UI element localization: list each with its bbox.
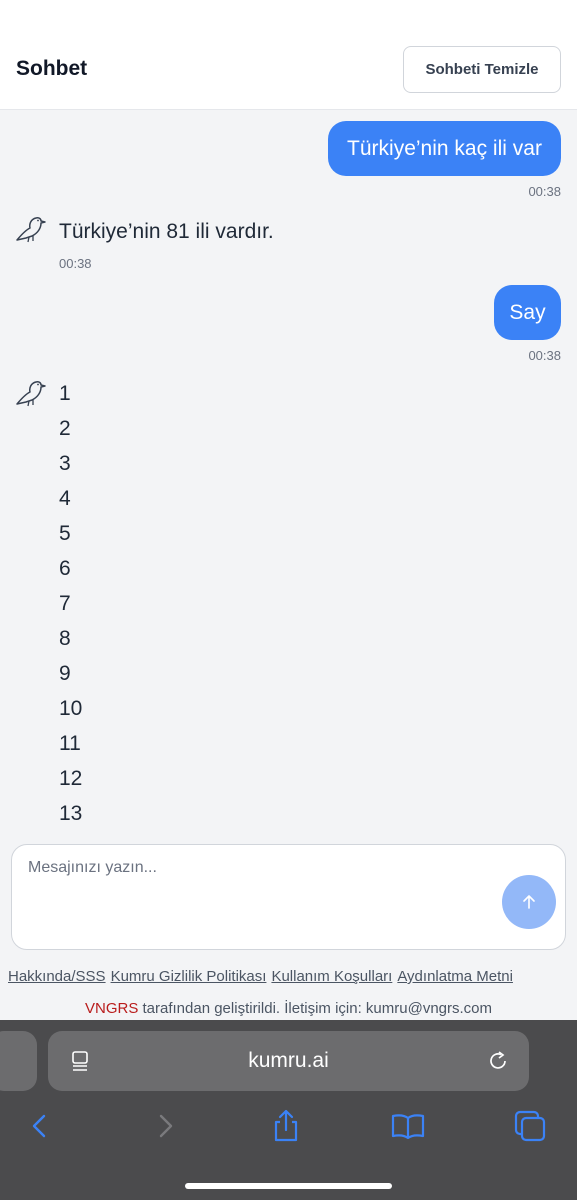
brand-name[interactable]: VNGRS xyxy=(85,1000,138,1017)
bird-avatar-icon xyxy=(16,381,46,407)
message-input-placeholder: Mesajınızı yazın... xyxy=(28,859,157,876)
bot-message-text: Türkiye’nin 81 ili vardır. xyxy=(59,220,274,243)
list-item: 12 xyxy=(59,767,83,790)
previous-tab[interactable] xyxy=(0,1031,37,1091)
footer-link-terms[interactable]: Kullanım Koşulları xyxy=(271,968,392,985)
footer-credit: VNGRS tarafından geliştirildi. İletişim … xyxy=(0,1000,577,1017)
footer-links: Hakkında/SSS Kumru Gizlilik Politikası Kul… xyxy=(8,968,518,985)
list-item: 10 xyxy=(59,697,83,720)
credit-text: tarafından geliştirildi. İletişim için: … xyxy=(138,1000,492,1017)
share-icon[interactable] xyxy=(268,1108,304,1144)
bot-message-list: 1 2 3 4 5 6 7 8 9 10 11 12 13 xyxy=(59,380,82,835)
footer-link-privacy[interactable]: Kumru Gizlilik Politikası xyxy=(111,968,267,985)
list-item: 11 xyxy=(59,732,81,755)
list-item: 8 xyxy=(59,627,71,650)
user-message-bubble: Say xyxy=(494,285,561,340)
tabs-icon[interactable] xyxy=(512,1108,548,1144)
list-item: 2 xyxy=(59,417,71,440)
address-bar[interactable]: kumru.ai xyxy=(48,1031,529,1091)
list-item: 6 xyxy=(59,557,71,580)
bookmarks-icon[interactable] xyxy=(390,1108,426,1144)
forward-icon[interactable] xyxy=(147,1108,183,1144)
footer-link-about[interactable]: Hakkında/SSS xyxy=(8,968,106,985)
message-timestamp: 00:38 xyxy=(528,184,561,199)
message-timestamp: 00:38 xyxy=(59,256,92,271)
clear-chat-button[interactable]: Sohbeti Temizle xyxy=(403,46,561,93)
list-item: 13 xyxy=(59,802,83,825)
message-input[interactable]: Mesajınızı yazın... xyxy=(11,844,566,950)
home-indicator xyxy=(185,1183,392,1189)
back-icon[interactable] xyxy=(22,1108,58,1144)
url-text: kumru.ai xyxy=(248,1049,329,1072)
list-item: 3 xyxy=(59,452,71,475)
send-button[interactable] xyxy=(502,875,556,929)
chat-header: Sohbet Sohbeti Temizle xyxy=(0,0,577,110)
user-message-bubble: Türkiye’nin kaç ili var xyxy=(328,121,561,176)
list-item: 7 xyxy=(59,592,71,615)
list-item: 4 xyxy=(59,487,71,510)
bird-avatar-icon xyxy=(16,217,46,243)
list-item: 1 xyxy=(59,382,71,405)
message-timestamp: 00:38 xyxy=(528,348,561,363)
page-title: Sohbet xyxy=(16,57,88,80)
footer-link-disclosure[interactable]: Aydınlatma Metni xyxy=(397,968,513,985)
list-item: 5 xyxy=(59,522,71,545)
browser-toolbar: kumru.ai xyxy=(0,1020,577,1200)
list-item: 9 xyxy=(59,662,71,685)
reload-icon[interactable] xyxy=(487,1050,509,1072)
arrow-up-icon xyxy=(523,895,535,909)
